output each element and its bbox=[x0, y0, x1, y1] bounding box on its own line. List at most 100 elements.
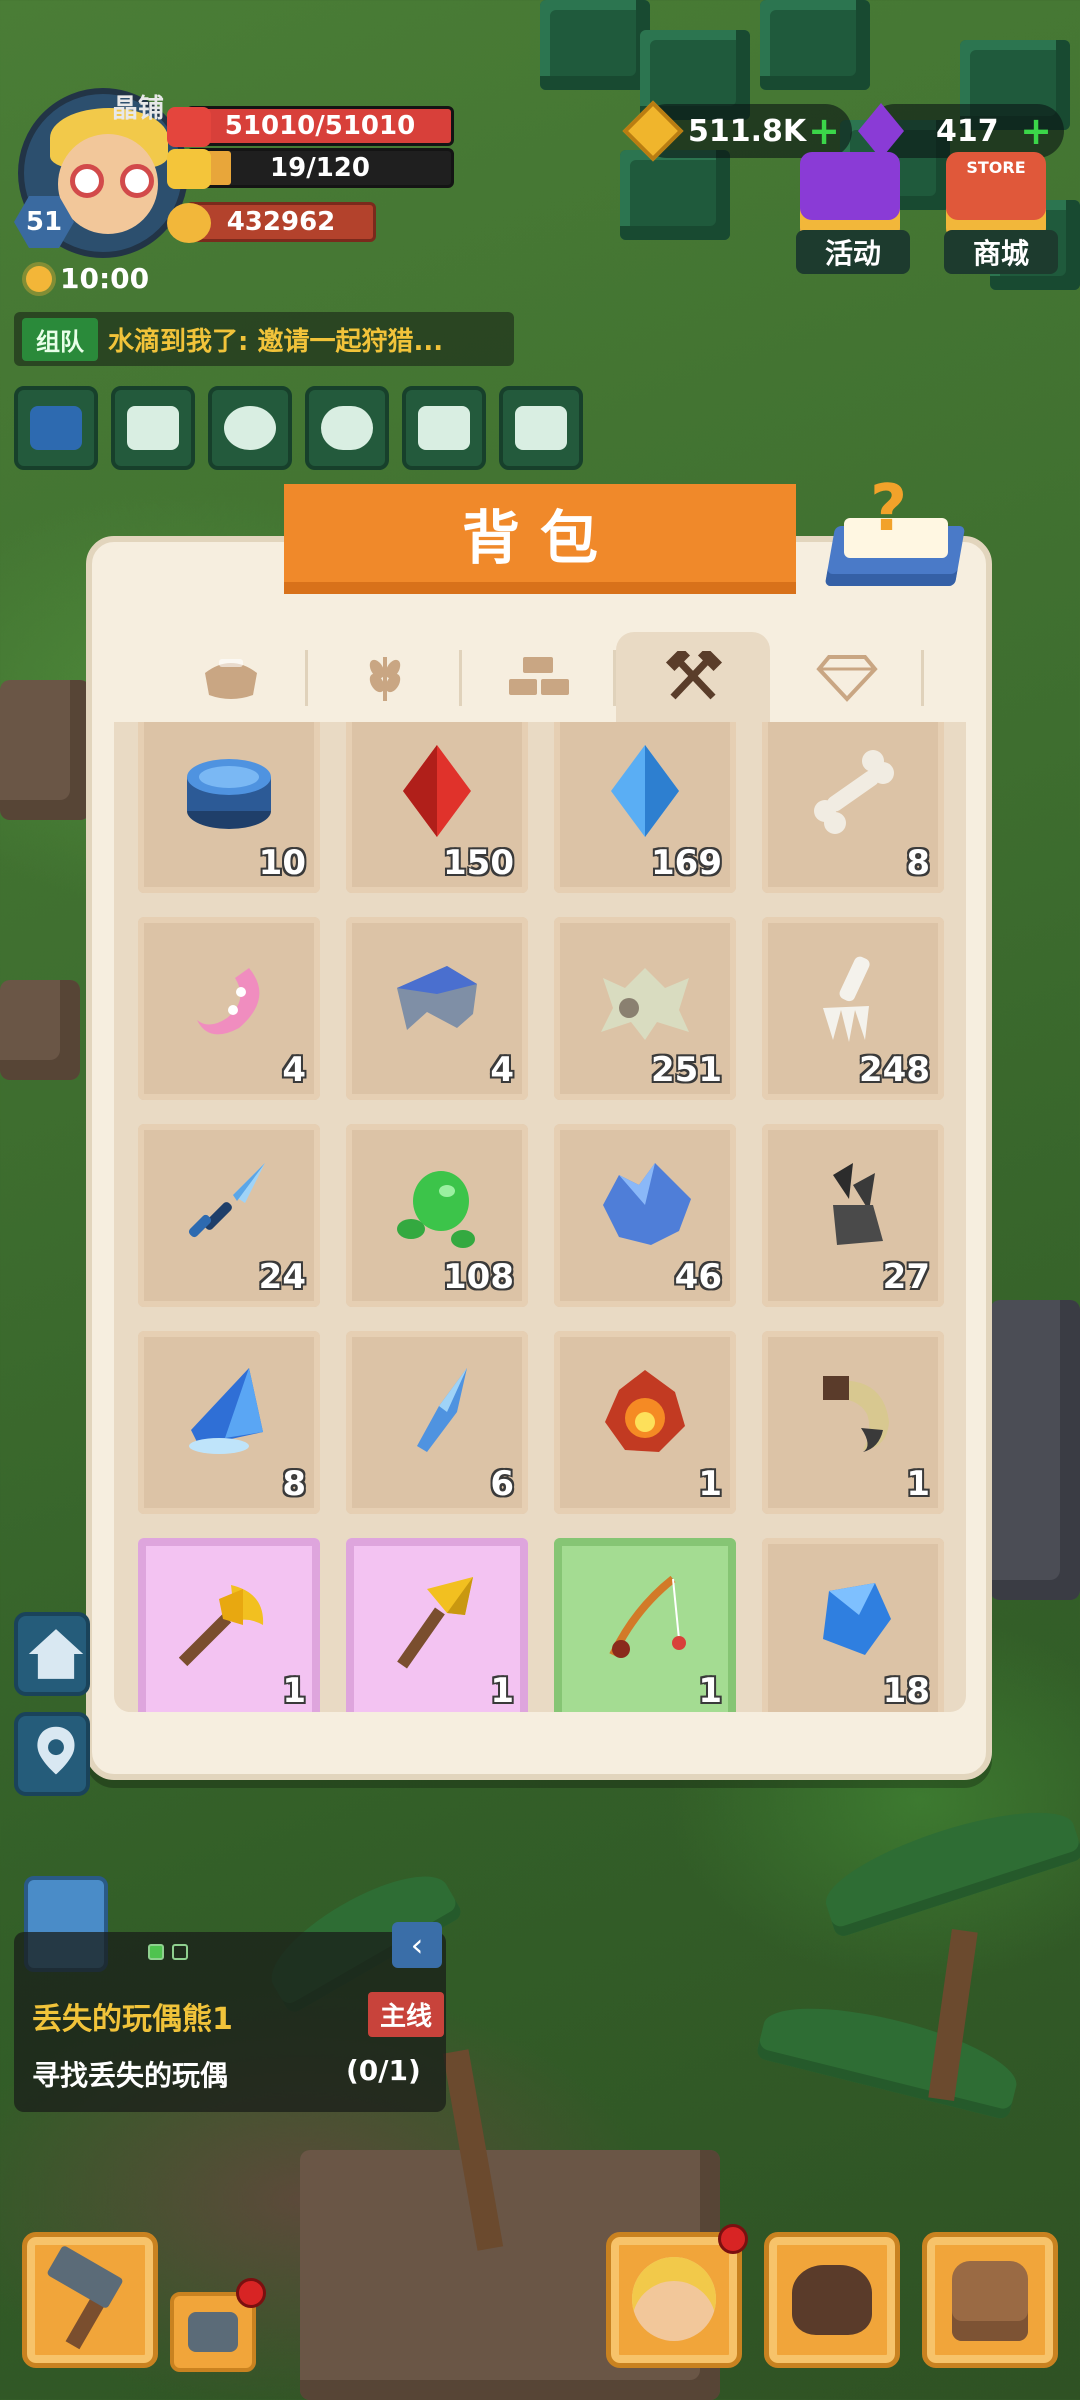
map-icon bbox=[418, 406, 470, 450]
inventory-slot[interactable]: 1 bbox=[346, 1538, 528, 1712]
quest-progress: (0/1) bbox=[346, 2054, 421, 2087]
mail-button[interactable] bbox=[111, 386, 195, 470]
pets-button[interactable] bbox=[764, 2232, 900, 2368]
card-button[interactable] bbox=[499, 386, 583, 470]
location-button[interactable] bbox=[14, 1712, 90, 1796]
question-mark-icon: ? bbox=[870, 472, 908, 546]
tab-tools[interactable] bbox=[616, 632, 770, 722]
fur-pelt-icon bbox=[601, 967, 689, 1040]
inventory-slot[interactable]: 4 bbox=[346, 917, 528, 1100]
tab-gems[interactable] bbox=[770, 632, 924, 722]
collapse-quest-button[interactable]: ‹ bbox=[392, 1922, 442, 1968]
chat-ticker[interactable]: 组队 水滴到我了: 邀请一起狩猎... bbox=[14, 312, 514, 366]
slime-icon bbox=[397, 1170, 475, 1248]
inventory-slot[interactable]: 1 bbox=[554, 1538, 736, 1712]
inventory-slot[interactable]: 8 bbox=[762, 722, 944, 893]
game-clock: 10:00 bbox=[26, 262, 149, 295]
quest-page-dots bbox=[148, 1944, 188, 1960]
blue-drum-icon bbox=[187, 758, 271, 829]
character-face-icon bbox=[632, 2257, 716, 2341]
character-button[interactable] bbox=[606, 2232, 742, 2368]
friends-button[interactable] bbox=[208, 386, 292, 470]
inventory-slot[interactable]: 27 bbox=[762, 1124, 944, 1307]
inventory-slot[interactable]: 6 bbox=[346, 1331, 528, 1514]
build-hammer-button[interactable] bbox=[22, 2232, 158, 2368]
tab-food[interactable] bbox=[154, 632, 308, 722]
shell-icon bbox=[397, 965, 477, 1030]
red-crystal-icon bbox=[403, 744, 471, 837]
ice-ore-icon bbox=[603, 1162, 691, 1245]
map-button[interactable] bbox=[402, 386, 486, 470]
item-quantity: 8 bbox=[282, 1464, 306, 1504]
event-button[interactable]: 活动 bbox=[796, 230, 910, 274]
hp-value: 51010/51010 bbox=[224, 111, 416, 141]
grid-icon bbox=[30, 406, 82, 450]
wheat-icon bbox=[369, 657, 401, 701]
inventory-slot[interactable]: 8 bbox=[138, 1331, 320, 1514]
sun-icon bbox=[26, 265, 52, 292]
add-gold-button[interactable]: + bbox=[808, 109, 840, 153]
chat-button[interactable] bbox=[305, 386, 389, 470]
home-icon bbox=[28, 1629, 84, 1679]
add-gem-button[interactable]: + bbox=[1020, 109, 1052, 153]
quest-main-tag: 主线 bbox=[368, 1992, 445, 2037]
quest-description: 寻找丢失的玩偶 bbox=[32, 2059, 229, 2092]
inventory-slot[interactable]: 4 bbox=[138, 917, 320, 1100]
gold-amount: 511.8K bbox=[688, 113, 807, 149]
inventory-slot[interactable]: 1 bbox=[762, 1331, 944, 1514]
bricks-icon bbox=[509, 657, 569, 695]
inventory-slot[interactable]: 1 bbox=[138, 1538, 320, 1712]
shop-sign-text: STORE bbox=[966, 158, 1026, 177]
item-quantity: 1 bbox=[282, 1671, 306, 1711]
inventory-slot[interactable]: 46 bbox=[554, 1124, 736, 1307]
item-quantity: 248 bbox=[859, 1050, 930, 1090]
inventory-slot[interactable]: 1 bbox=[554, 1331, 736, 1514]
backpack-button[interactable] bbox=[922, 2232, 1058, 2368]
inventory-slot[interactable]: 150 bbox=[346, 722, 528, 893]
shop-button[interactable]: 商城 bbox=[944, 230, 1058, 274]
tab-plants[interactable] bbox=[308, 632, 462, 722]
hammer-icon bbox=[47, 2246, 123, 2350]
event-chest-icon[interactable] bbox=[800, 152, 900, 240]
inventory-slot[interactable]: 24 bbox=[138, 1124, 320, 1307]
backpack-tabs bbox=[154, 632, 924, 722]
item-quantity: 4 bbox=[282, 1050, 306, 1090]
home-button[interactable] bbox=[14, 1612, 90, 1696]
inventory-slot[interactable]: 248 bbox=[762, 917, 944, 1100]
basket-icon bbox=[205, 659, 257, 699]
claw-bone-icon bbox=[823, 956, 870, 1042]
fire-core-icon bbox=[605, 1369, 685, 1452]
chat-message: 水滴到我了: 邀请一起狩猎... bbox=[108, 326, 444, 357]
tools-icon bbox=[665, 651, 723, 700]
grid-menu-button[interactable] bbox=[14, 386, 98, 470]
help-book-button[interactable]: ? bbox=[824, 472, 966, 596]
inventory-slot[interactable]: 10 bbox=[138, 722, 320, 893]
dark-claw-icon bbox=[833, 1162, 883, 1245]
inventory-slot[interactable]: 18 bbox=[762, 1538, 944, 1712]
item-quantity: 6 bbox=[490, 1464, 514, 1504]
shop-icon[interactable]: STORE bbox=[946, 152, 1046, 240]
heart-icon bbox=[167, 107, 211, 147]
fishing-rod-icon bbox=[609, 1575, 686, 1658]
item-quantity: 169 bbox=[651, 843, 722, 883]
item-quantity: 46 bbox=[674, 1257, 722, 1297]
item-quantity: 1 bbox=[906, 1464, 930, 1504]
backpack-title: 背包 bbox=[284, 484, 796, 594]
horn-icon bbox=[823, 1375, 889, 1452]
coin-bar: 432962 bbox=[167, 202, 376, 243]
item-quantity: 4 bbox=[490, 1050, 514, 1090]
diamond-icon bbox=[816, 655, 878, 702]
inventory-slot[interactable]: 169 bbox=[554, 722, 736, 893]
coin-icon bbox=[167, 203, 211, 243]
inventory-slot[interactable]: 108 bbox=[346, 1124, 528, 1307]
golden-axe-icon bbox=[179, 1584, 264, 1666]
item-quantity: 150 bbox=[443, 843, 514, 883]
mail-icon bbox=[127, 406, 179, 450]
golden-pickaxe-icon bbox=[397, 1576, 473, 1668]
chevron-left-icon: ‹ bbox=[410, 1926, 424, 1964]
tab-materials[interactable] bbox=[462, 632, 616, 722]
inventory-slot[interactable]: 251 bbox=[554, 917, 736, 1100]
gem-currency: 417 + bbox=[858, 103, 1064, 159]
item-grid: 10 150 169 8 4 4 251 248 24 108 46 27 8 6 1 1 1 1 1 18 bbox=[138, 722, 944, 1712]
coin-value: 432962 bbox=[226, 207, 336, 237]
